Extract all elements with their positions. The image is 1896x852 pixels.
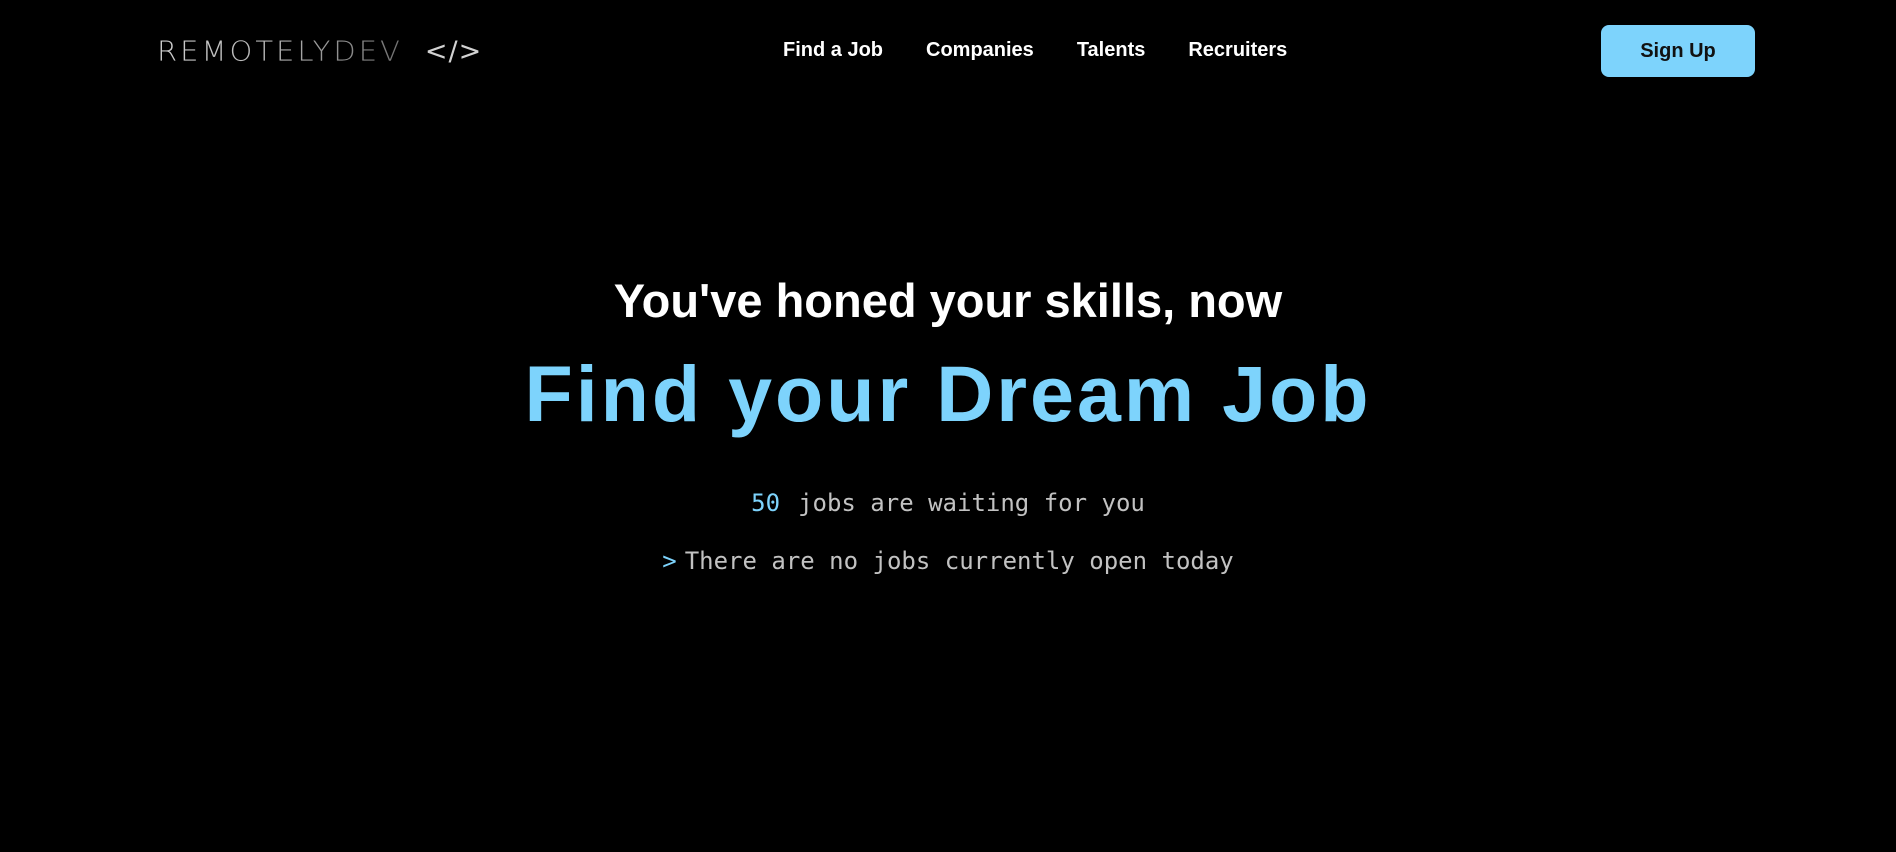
nav-recruiters[interactable]: Recruiters: [1188, 38, 1287, 62]
chevron-right-icon: >: [662, 547, 677, 575]
hero-tagline: You've honed your skills, now: [613, 274, 1283, 327]
sign-up-button[interactable]: Sign Up: [1601, 25, 1755, 77]
site-header: REMOTELYDEV </> Find a Job Companies Tal…: [0, 0, 1896, 102]
logo-link[interactable]: REMOTELYDEV </>: [157, 30, 482, 72]
main-nav: Find a Job Companies Talents Recruiters: [783, 38, 1287, 62]
jobs-status-line: > There are no jobs currently open today: [0, 546, 1896, 576]
jobs-status-text: There are no jobs currently open today: [684, 547, 1234, 575]
jobs-count: 50: [751, 489, 781, 517]
page: REMOTELYDEV </> Find a Job Companies Tal…: [0, 0, 1896, 852]
hero-headline: Find your Dream Job: [524, 349, 1372, 438]
nav-find-a-job[interactable]: Find a Job: [783, 38, 883, 62]
jobs-count-line: 50 jobs are waiting for you: [0, 488, 1896, 518]
jobs-count-text: jobs are waiting for you: [798, 489, 1145, 517]
logo-wordmark: REMOTELYDEV: [157, 34, 403, 67]
nav-talents[interactable]: Talents: [1077, 38, 1146, 62]
nav-companies[interactable]: Companies: [926, 38, 1034, 62]
code-brackets-icon: </>: [424, 35, 483, 67]
hero-section: You've honed your skills, now Find your …: [0, 0, 1896, 852]
